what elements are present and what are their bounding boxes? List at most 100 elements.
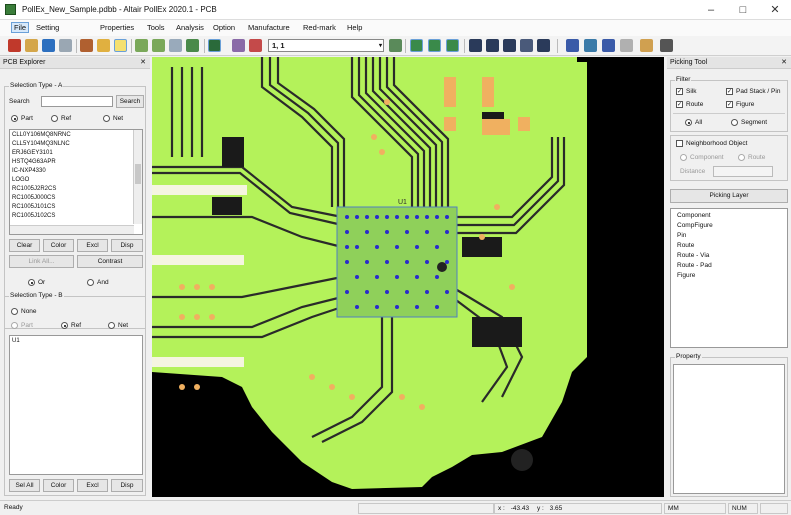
sel-all-button[interactable]: Sel All (9, 479, 40, 492)
zoom-out-icon[interactable] (152, 39, 165, 52)
list-item[interactable]: IC-NXP4330 (12, 168, 46, 174)
radio-component[interactable] (680, 154, 687, 161)
ref-list[interactable]: U1 (9, 335, 143, 475)
excl-button-b[interactable]: Excl (77, 479, 108, 492)
tree-item[interactable]: Route - Pad (677, 262, 712, 269)
apply-icon[interactable] (389, 39, 402, 52)
disp-button[interactable]: Disp (111, 239, 143, 252)
contrast-button[interactable]: Contrast (77, 255, 143, 268)
property-grid[interactable] (673, 364, 785, 494)
check-silk[interactable]: ✓ (676, 88, 683, 95)
close-icon[interactable]: ✕ (781, 57, 787, 69)
report-icon[interactable] (602, 39, 615, 52)
tree-item[interactable]: Route - Via (677, 252, 709, 259)
view-3d-icon[interactable] (520, 39, 533, 52)
menu-manufacture[interactable]: Manufacture (248, 23, 290, 32)
list-item[interactable]: U1 (12, 338, 20, 344)
list-item[interactable]: RC1005J000CS (12, 195, 55, 201)
radio-net[interactable] (103, 115, 110, 122)
disp-button-b[interactable]: Disp (111, 479, 143, 492)
chevron-down-icon[interactable]: ▾ (379, 41, 382, 52)
radio-ref-b[interactable] (61, 322, 68, 329)
grid-snap-icon[interactable] (428, 39, 441, 52)
list-scrollbar[interactable] (133, 130, 142, 224)
check-neighborhood[interactable] (676, 140, 683, 147)
radio-none[interactable] (11, 308, 18, 315)
list-item[interactable]: CLL0Y106MQ8NRNC (12, 132, 71, 138)
drc-icon[interactable] (584, 39, 597, 52)
menu-analysis[interactable]: Analysis (176, 23, 204, 32)
layer-set-icon[interactable] (249, 39, 262, 52)
scrollbar-thumb[interactable] (135, 164, 141, 184)
tree-item[interactable]: Route (677, 242, 694, 249)
list-item[interactable]: ERJ6GEY3101 (12, 150, 53, 156)
print-icon[interactable] (59, 39, 72, 52)
check-route[interactable]: ✓ (676, 101, 683, 108)
list-item[interactable]: LOGO (12, 177, 29, 183)
radio-or[interactable] (28, 279, 35, 286)
select-pointer-icon[interactable] (114, 39, 127, 52)
tree-item[interactable]: Figure (677, 272, 695, 279)
menu-option[interactable]: Option (213, 23, 235, 32)
menu-file[interactable]: File (11, 22, 30, 33)
parts-list[interactable]: CLL0Y106MQ8NRNC CLL5Y104MQ3NLNC ERJ6GEY3… (9, 129, 143, 235)
stop-icon[interactable] (8, 39, 21, 52)
camera-icon[interactable] (660, 39, 673, 52)
list-item[interactable]: RC1005J2R2CS (12, 186, 56, 192)
pcb-canvas[interactable]: U1 (152, 57, 664, 497)
zoom-in-icon[interactable] (135, 39, 148, 52)
menu-properties[interactable]: Properties (100, 23, 134, 32)
list-item[interactable]: RC1005J101CS (12, 204, 55, 210)
color-button-b[interactable]: Color (43, 479, 74, 492)
radio-net-b[interactable] (108, 322, 115, 329)
tree-item[interactable]: Component (677, 212, 711, 219)
list-item[interactable]: CLL5Y104MQ3NLNC (12, 141, 70, 147)
view-top-icon[interactable] (469, 39, 482, 52)
check-pad-stack[interactable]: ✓ (726, 88, 733, 95)
radio-part[interactable] (11, 115, 18, 122)
layer-view-icon[interactable] (208, 39, 221, 52)
search-button[interactable]: Search (116, 95, 144, 108)
minimize-button[interactable]: – (695, 0, 727, 20)
radio-all[interactable] (685, 119, 692, 126)
radio-part-b[interactable] (11, 322, 18, 329)
zoom-area-icon[interactable] (169, 39, 182, 52)
close-button[interactable]: ✕ (759, 0, 791, 20)
link-all-button[interactable]: Link All... (9, 255, 74, 268)
ruler-icon[interactable] (80, 39, 93, 52)
check-figure[interactable]: ✓ (726, 101, 733, 108)
menu-setting[interactable]: Setting (36, 23, 59, 32)
list-item[interactable]: HSTQ4G63APR (12, 159, 56, 165)
distance-input[interactable] (713, 166, 773, 177)
list-item[interactable]: RC1005J102CS (12, 213, 55, 219)
view-bottom-icon[interactable] (486, 39, 499, 52)
save-icon[interactable] (42, 39, 55, 52)
grid-color-icon[interactable] (446, 39, 459, 52)
net-icon[interactable] (566, 39, 579, 52)
radio-and[interactable] (87, 279, 94, 286)
open-folder-icon[interactable] (25, 39, 38, 52)
list-hscrollbar[interactable] (10, 225, 134, 234)
radio-route[interactable] (738, 154, 745, 161)
picking-layer-button[interactable]: Picking Layer (670, 189, 788, 203)
maximize-button[interactable]: □ (727, 0, 759, 20)
view-panel-icon[interactable] (537, 39, 550, 52)
clear-button[interactable]: Clear (9, 239, 40, 252)
close-icon[interactable]: ✕ (140, 57, 146, 69)
excl-button[interactable]: Excl (77, 239, 108, 252)
coordinate-combo[interactable]: 1, 1 ▾ (268, 39, 384, 52)
tree-item[interactable]: CompFigure (677, 222, 713, 229)
tree-item[interactable]: Pin (677, 232, 686, 239)
hand-icon[interactable] (640, 39, 653, 52)
menu-tools[interactable]: Tools (147, 23, 165, 32)
view-side-icon[interactable] (503, 39, 516, 52)
search-input[interactable] (41, 96, 113, 107)
grid-view-icon[interactable] (410, 39, 423, 52)
color-button[interactable]: Color (43, 239, 74, 252)
layer-color-icon[interactable] (232, 39, 245, 52)
menu-red-mark[interactable]: Red-mark (303, 23, 336, 32)
zoom-fit-icon[interactable] (186, 39, 199, 52)
picking-tree[interactable]: Component CompFigure Pin Route Route - V… (670, 208, 788, 348)
highlight-icon[interactable] (97, 39, 110, 52)
settings-icon[interactable] (620, 39, 633, 52)
